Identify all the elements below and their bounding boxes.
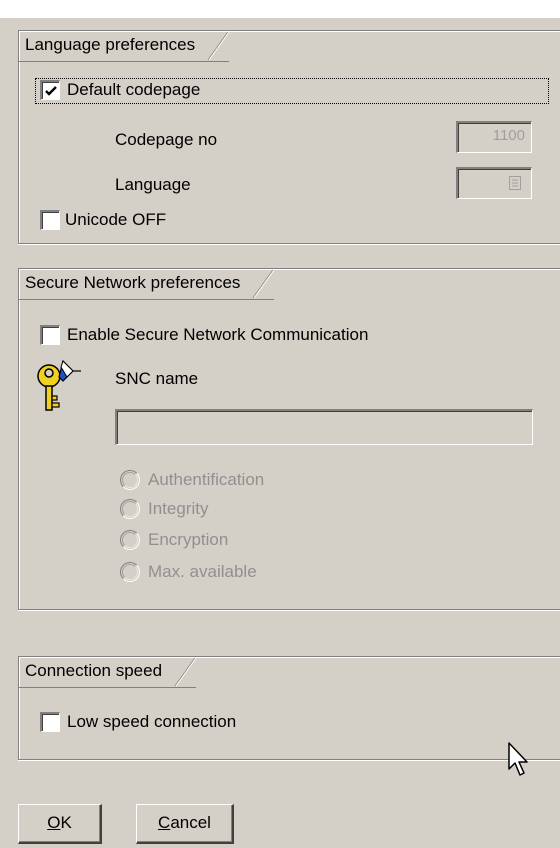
radio-integrity[interactable] xyxy=(120,499,140,519)
low-speed-label[interactable]: Low speed connection xyxy=(67,711,236,733)
radio-max-available[interactable] xyxy=(120,562,140,582)
radio-authentification[interactable] xyxy=(120,470,140,490)
snc-name-field[interactable] xyxy=(115,409,533,445)
radio-max-available-label[interactable]: Max. available xyxy=(148,561,257,583)
checkmark-icon xyxy=(45,86,57,96)
default-codepage-checkbox[interactable] xyxy=(40,80,60,100)
group-title-connection-speed-text: Connection speed xyxy=(25,661,163,680)
secure-network-group: Secure Network preferences Enable Secure… xyxy=(18,268,560,610)
radio-integrity-label[interactable]: Integrity xyxy=(148,498,208,520)
radio-encryption[interactable] xyxy=(120,530,140,550)
group-title-slash xyxy=(207,31,230,61)
ok-button[interactable]: OK xyxy=(18,804,102,844)
group-title-secure-network: Secure Network preferences xyxy=(19,269,275,300)
enable-snc-label[interactable]: Enable Secure Network Communication xyxy=(67,324,368,346)
dropdown-list-icon xyxy=(509,176,521,190)
default-codepage-label[interactable]: Default codepage xyxy=(67,79,200,101)
ok-button-mnemonic: O xyxy=(47,813,61,832)
unicode-off-checkbox[interactable] xyxy=(40,210,60,230)
cancel-button[interactable]: Cancel xyxy=(136,804,234,844)
language-preferences-group: Language preferences Default codepage Co… xyxy=(18,30,560,244)
radio-encryption-label[interactable]: Encryption xyxy=(148,529,228,551)
language-label: Language xyxy=(115,175,191,194)
cancel-button-mnemonic: C xyxy=(158,813,171,832)
language-select[interactable] xyxy=(456,167,532,199)
group-title-secure-network-text: Secure Network preferences xyxy=(25,273,241,292)
codepage-no-field[interactable]: 1100 xyxy=(456,121,532,153)
codepage-no-label: Codepage no xyxy=(115,130,218,149)
window-top-strip xyxy=(0,0,560,18)
unicode-off-label[interactable]: Unicode OFF xyxy=(65,209,166,231)
radio-authentification-label[interactable]: Authentification xyxy=(148,469,264,491)
enable-snc-checkbox[interactable] xyxy=(40,325,60,345)
group-title-slash xyxy=(253,269,275,299)
key-icon xyxy=(37,359,81,411)
snc-name-label: SNC name xyxy=(115,369,199,388)
group-title-slash xyxy=(174,657,197,687)
mouse-cursor-icon xyxy=(508,742,528,776)
cancel-button-label: ancel xyxy=(170,813,211,832)
ok-button-label: K xyxy=(60,813,72,832)
group-title-language: Language preferences xyxy=(19,31,230,62)
group-title-connection-speed: Connection speed xyxy=(19,657,197,688)
group-title-language-text: Language preferences xyxy=(25,35,196,54)
low-speed-checkbox[interactable] xyxy=(40,712,60,732)
connection-speed-group: Connection speed Low speed connection xyxy=(18,656,560,760)
